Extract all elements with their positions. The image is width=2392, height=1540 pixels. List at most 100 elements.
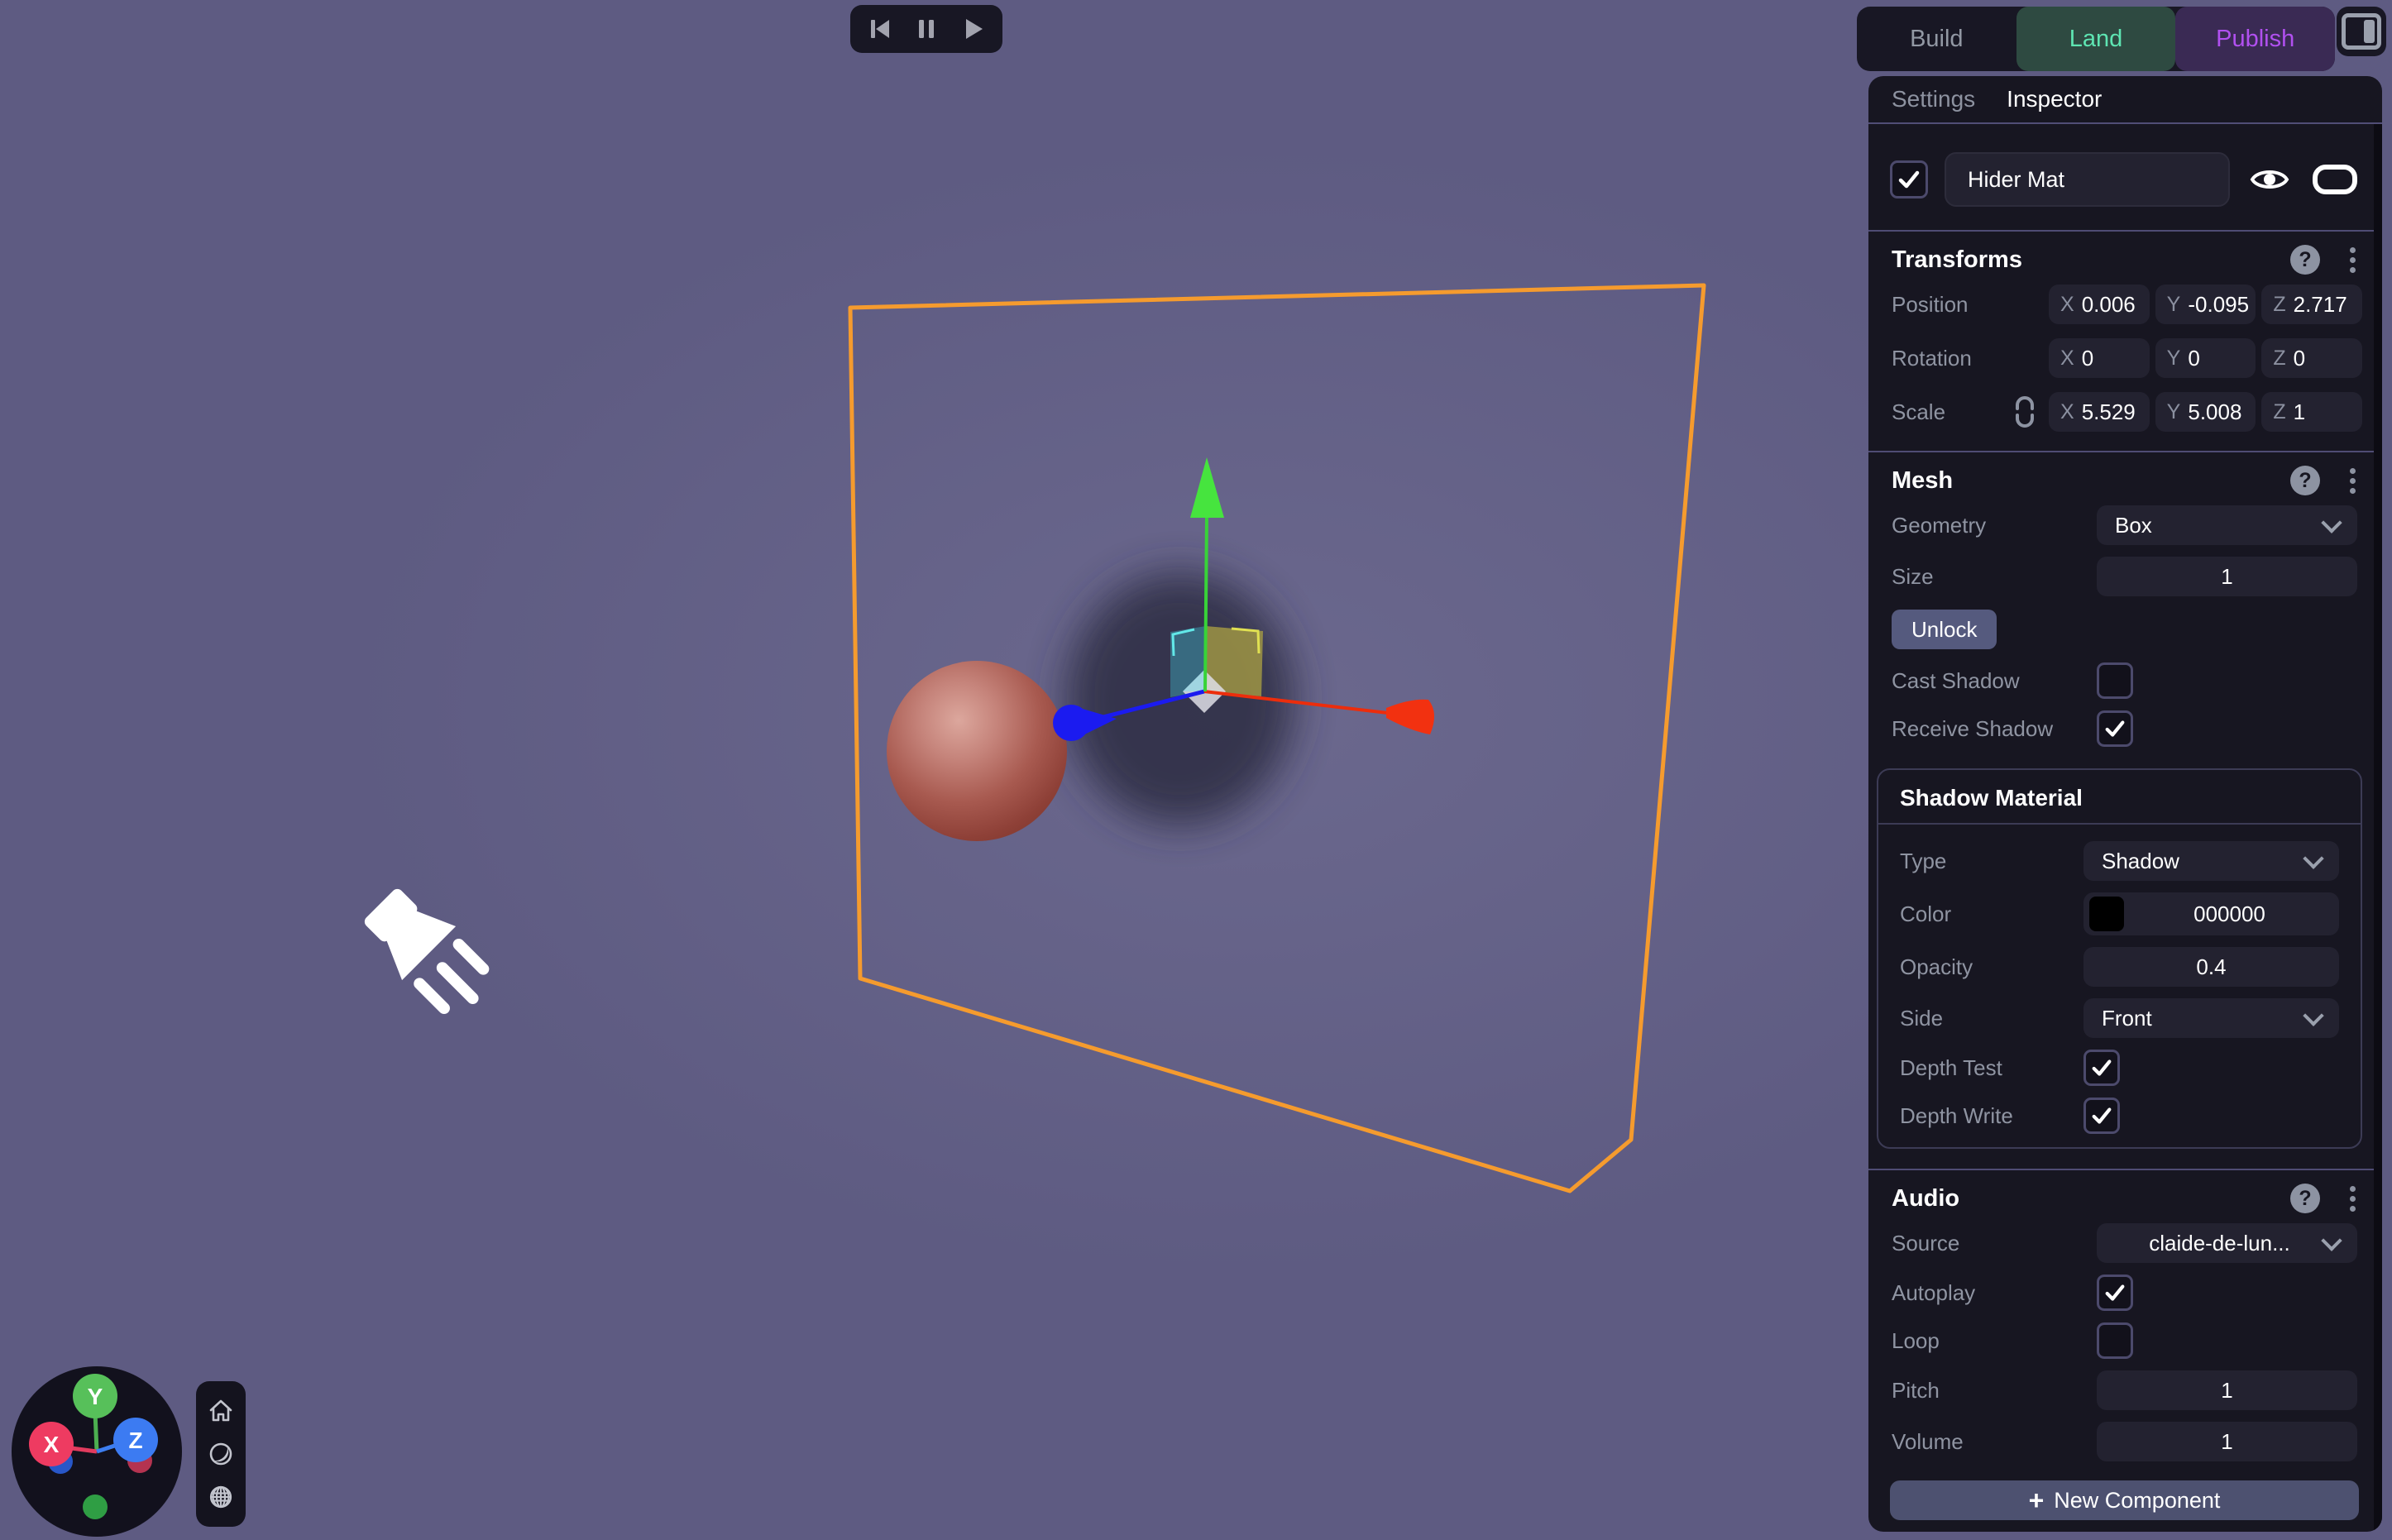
moon-button[interactable] (206, 1439, 236, 1469)
axis-prefix: Z (2273, 347, 2285, 371)
axis-prefix: X (2060, 400, 2074, 424)
chevron-down-icon (2321, 512, 2342, 533)
section-title: Mesh (1892, 467, 2290, 495)
chevron-down-icon (2303, 848, 2323, 868)
autoplay-checkbox[interactable] (2097, 1275, 2133, 1311)
sphere-object[interactable] (887, 661, 1067, 841)
cast-shadow-checkbox[interactable] (2097, 662, 2133, 699)
axis-x-ball[interactable]: X (29, 1422, 74, 1466)
row-label: Geometry (1892, 513, 2097, 538)
position-row: Position X0.006 Y-0.095 Z2.717 (1892, 285, 2362, 324)
tab-build[interactable]: Build (1857, 7, 2016, 71)
row-label: Type (1900, 849, 2083, 874)
row-label: Volume (1892, 1429, 2097, 1455)
panel-scrollbar[interactable] (2374, 124, 2382, 1532)
axis-prefix: Y (2167, 400, 2181, 424)
rotation-z-field[interactable]: Z0 (2261, 338, 2362, 378)
link-icon (2014, 395, 2036, 428)
axis-y-ball[interactable]: Y (73, 1374, 117, 1418)
tab-inspector[interactable]: Inspector (2007, 86, 2102, 112)
scale-y-field[interactable]: Y5.008 (2155, 392, 2256, 432)
opacity-row: Opacity 0.4 (1900, 947, 2339, 987)
unlock-button[interactable]: Unlock (1892, 610, 1997, 649)
new-component-button[interactable]: + New Component (1890, 1480, 2359, 1520)
position-y-field[interactable]: Y-0.095 (2155, 285, 2256, 324)
home-button[interactable] (206, 1396, 236, 1426)
inspector-panel: Settings Inspector (1868, 76, 2382, 1532)
entity-enabled-checkbox[interactable] (1890, 160, 1928, 198)
size-row: Size 1 (1892, 557, 2357, 596)
panel-toggle-button[interactable] (2337, 7, 2386, 56)
moon-icon (206, 1439, 236, 1469)
help-icon[interactable]: ? (2290, 245, 2320, 275)
pin-button[interactable] (2309, 165, 2361, 194)
visibility-button[interactable] (2246, 165, 2293, 194)
pitch-input[interactable]: 1 (2097, 1370, 2357, 1410)
kebab-menu-icon[interactable] (2350, 257, 2356, 263)
scale-x-field[interactable]: X 5.529 (2049, 392, 2150, 432)
side-dropdown[interactable]: Front (2083, 998, 2339, 1038)
geometry-dropdown[interactable]: Box (2097, 505, 2357, 545)
orientation-gizmo[interactable]: Y X Z (7, 1362, 186, 1540)
side-row: Side Front (1900, 998, 2339, 1038)
scale-z-field[interactable]: Z1 (2261, 392, 2362, 432)
axis-prefix: Z (2273, 293, 2285, 317)
kebab-menu-icon[interactable] (2350, 1196, 2356, 1202)
help-icon[interactable]: ? (2290, 1184, 2320, 1213)
loop-checkbox[interactable] (2097, 1322, 2133, 1359)
help-icon[interactable]: ? (2290, 466, 2320, 495)
field-value: 0.006 (2082, 292, 2136, 318)
row-label: Cast Shadow (1892, 668, 2097, 694)
check-icon (2103, 717, 2126, 740)
globe-button[interactable] (206, 1482, 236, 1512)
chevron-down-icon (2303, 1005, 2323, 1026)
entity-name-input[interactable] (1945, 152, 2230, 207)
axis-neg-y-dot[interactable] (83, 1495, 108, 1519)
depth-write-checkbox[interactable] (2083, 1098, 2120, 1134)
volume-row: Volume 1 (1892, 1422, 2357, 1461)
kebab-menu-icon[interactable] (2350, 478, 2356, 484)
cast-shadow-row: Cast Shadow (1892, 662, 2357, 699)
receive-shadow-row: Receive Shadow (1892, 710, 2357, 747)
position-z-field[interactable]: Z2.717 (2261, 285, 2362, 324)
section-title: Audio (1892, 1185, 2290, 1212)
scale-link-toggle[interactable] (2014, 395, 2036, 428)
position-x-field[interactable]: X 0.006 (2049, 285, 2150, 324)
pause-button[interactable] (909, 12, 944, 46)
axis-prefix: Y (2167, 347, 2181, 371)
rotation-x-field[interactable]: X0 (2049, 338, 2150, 378)
row-label: Source (1892, 1231, 2097, 1256)
skip-back-button[interactable] (863, 12, 897, 46)
receive-shadow-checkbox[interactable] (2097, 710, 2133, 747)
color-swatch[interactable] (2089, 897, 2124, 931)
transforms-header: Transforms ? (1892, 232, 2364, 281)
row-label: Size (1892, 564, 2097, 590)
audio-header: Audio ? (1892, 1170, 2364, 1220)
field-value: 5.529 (2082, 399, 2136, 425)
axis-prefix: X (2060, 293, 2074, 317)
rotation-y-field[interactable]: Y0 (2155, 338, 2256, 378)
axis-z-ball[interactable]: Z (113, 1418, 158, 1462)
tab-settings[interactable]: Settings (1892, 86, 1975, 112)
field-value: 1 (2294, 399, 2305, 425)
section-title: Transforms (1892, 246, 2290, 274)
depth-test-checkbox[interactable] (2083, 1050, 2120, 1086)
plus-icon: + (2029, 1487, 2045, 1514)
spotlight-icon[interactable] (353, 878, 500, 1025)
type-dropdown[interactable]: Shadow (2083, 841, 2339, 881)
row-label: Color (1900, 902, 2083, 927)
color-field[interactable]: 000000 (2083, 892, 2339, 935)
play-button[interactable] (955, 12, 990, 46)
chevron-down-icon (2321, 1230, 2342, 1251)
shadow-material-panel: Shadow Material Type Shadow Color 000000 (1877, 768, 2362, 1149)
opacity-input[interactable]: 0.4 (2083, 947, 2339, 987)
field-value: 0 (2294, 346, 2305, 371)
size-input[interactable]: 1 (2097, 557, 2357, 596)
axis-z-label: Z (128, 1428, 142, 1453)
mode-tabs: Build Land Publish (1857, 7, 2335, 71)
tab-publish[interactable]: Publish (2175, 7, 2335, 71)
eye-icon (2250, 165, 2289, 194)
volume-input[interactable]: 1 (2097, 1422, 2357, 1461)
source-dropdown[interactable]: claide-de-lun... (2097, 1223, 2357, 1263)
tab-land[interactable]: Land (2016, 7, 2176, 71)
